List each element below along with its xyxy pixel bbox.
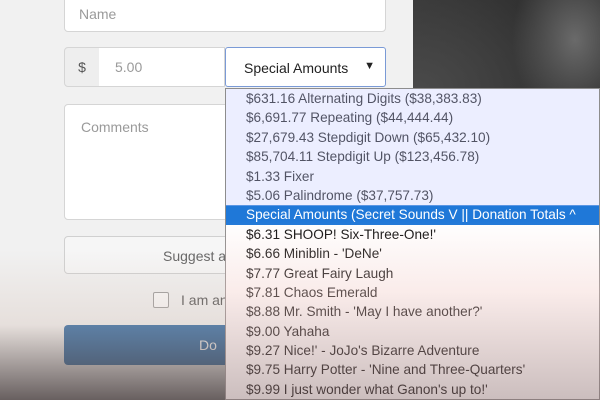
- dropdown-option[interactable]: $9.00 Yahaha: [226, 322, 599, 341]
- anonymous-checkbox[interactable]: [153, 292, 169, 308]
- anonymous-label: I am an: [181, 292, 228, 308]
- dropdown-option[interactable]: $7.81 Chaos Emerald: [226, 283, 599, 302]
- name-placeholder: Name: [79, 6, 117, 22]
- dropdown-option[interactable]: $85,704.11 Stepdigit Up ($123,456.78): [226, 147, 599, 166]
- comments-placeholder: Comments: [81, 119, 149, 135]
- dropdown-option[interactable]: $1.33 Fixer: [226, 167, 599, 186]
- dropdown-option[interactable]: $5.06 Palindrome ($37,757.73): [226, 186, 599, 205]
- name-field[interactable]: Name: [64, 0, 386, 32]
- dropdown-option[interactable]: $6.66 Miniblin - 'DeNe': [226, 244, 599, 263]
- amount-value: 5.00: [115, 59, 143, 75]
- dropdown-option-selected[interactable]: Special Amounts (Secret Sounds V || Dona…: [226, 205, 599, 225]
- dropdown-option[interactable]: $9.75 Harry Potter - 'Nine and Three-Qua…: [226, 360, 599, 379]
- currency-symbol: $: [78, 59, 86, 75]
- suggest-button-label: Suggest a: [163, 248, 227, 264]
- dropdown-arrow-icon: ▼: [364, 60, 375, 72]
- amount-select-value: Special Amounts: [244, 60, 349, 76]
- amount-input[interactable]: 5.00: [99, 47, 225, 87]
- dropdown-option[interactable]: $8.88 Mr. Smith - 'May I have another?': [226, 302, 599, 321]
- dropdown-option[interactable]: $6,691.77 Repeating ($44,444.44): [226, 108, 599, 127]
- dropdown-option[interactable]: $27,679.43 Stepdigit Down ($65,432.10): [226, 128, 599, 147]
- donate-button-label: Do: [199, 337, 217, 353]
- amount-dropdown-list[interactable]: $631.16 Alternating Digits ($38,383.83) $…: [225, 88, 600, 400]
- dropdown-option[interactable]: $6.31 SHOOP! Six-Three-One!': [226, 225, 599, 244]
- dropdown-option[interactable]: $631.16 Alternating Digits ($38,383.83): [226, 89, 599, 108]
- currency-addon: $: [64, 47, 100, 87]
- dropdown-option[interactable]: $7.77 Great Fairy Laugh: [226, 264, 599, 283]
- dropdown-option[interactable]: $9.99 I just wonder what Ganon's up to!': [226, 380, 599, 399]
- amount-select[interactable]: Special Amounts ▼: [225, 47, 386, 87]
- dropdown-option[interactable]: $9.27 Nice!' - JoJo's Bizarre Adventure: [226, 341, 599, 360]
